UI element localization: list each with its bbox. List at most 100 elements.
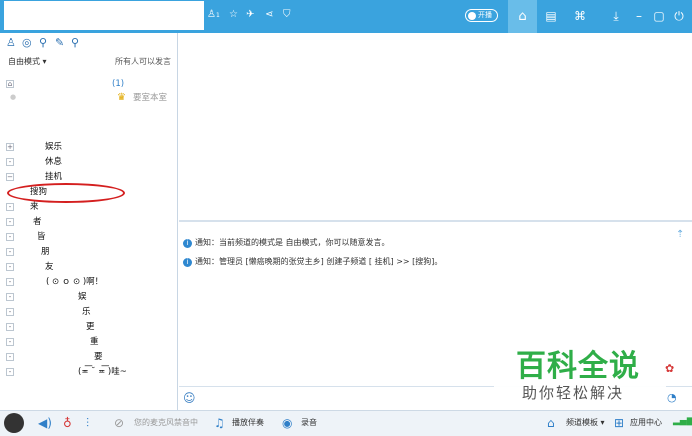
edit-icon[interactable]: ✎	[55, 36, 64, 49]
highlight-ellipse	[7, 183, 125, 203]
tree-row[interactable]: + 娱乐	[0, 140, 178, 155]
mic-icon[interactable]: ♁	[63, 416, 72, 430]
tree-item-label: 乐	[82, 307, 91, 317]
expand-box[interactable]: -	[6, 278, 14, 286]
tree-item-label: 友	[45, 262, 54, 272]
tree-item-label: 者	[33, 217, 42, 227]
expand-box[interactable]: -	[6, 308, 14, 316]
expand-box[interactable]: -	[6, 353, 14, 361]
flower-icon[interactable]: ✿	[665, 362, 674, 375]
search-icon[interactable]: ⚲	[71, 36, 79, 49]
record-icon[interactable]: ◉	[282, 416, 292, 430]
expand-box[interactable]: -	[6, 203, 14, 211]
user-count-icon[interactable]: ♙1	[207, 8, 220, 23]
tree-item-label: 来	[30, 202, 39, 212]
expand-box[interactable]: −	[6, 173, 14, 181]
tree-row[interactable]: -来	[0, 200, 178, 215]
tree-row[interactable]: -友	[0, 260, 178, 275]
speaker-icon[interactable]: ◀)	[38, 416, 52, 430]
live-toggle[interactable]: 开播	[465, 9, 498, 22]
expand-box[interactable]: -	[6, 158, 14, 166]
channel-pane: ♙ ◎ ⚲ ✎ ⚲ 自由模式 ▾ 所有人可以发言 ⌂ (1) ● ♛ 要室本室 …	[0, 33, 178, 411]
status-dot-icon: ●	[10, 93, 17, 101]
watermark-subtitle: 助你轻松解决	[522, 384, 625, 402]
tree-row-root[interactable]: ⌂ (1)	[0, 77, 178, 92]
grid-icon[interactable]: ⊞	[614, 416, 624, 430]
tree-row[interactable]: - 休息	[0, 155, 178, 170]
tree-row[interactable]: -朋	[0, 245, 178, 260]
expand-box[interactable]: -	[6, 248, 14, 256]
gamepad-icon[interactable]: ⌘	[569, 0, 591, 33]
expand-box[interactable]: -	[6, 338, 14, 346]
live-toggle-label: 开播	[478, 11, 492, 19]
tree-item-label: 重	[90, 337, 99, 347]
tree-row-user[interactable]: ● ♛ 要室本室	[0, 91, 178, 106]
tree-row[interactable]: - (≖͞ ˘ ≖͞ )哇~	[0, 365, 178, 380]
template-icon[interactable]: ⌂	[547, 416, 555, 430]
emoji-icon[interactable]: ☺	[183, 391, 196, 405]
chat-display	[179, 33, 692, 220]
equalizer-icon[interactable]: ⫶	[86, 416, 89, 430]
tree-item-label: 娱乐	[45, 142, 63, 152]
expand-box[interactable]: -	[6, 293, 14, 301]
mode-label: 自由模式	[8, 57, 40, 66]
app-center-button[interactable]: 应用中心	[630, 416, 662, 430]
bottom-toolbar: ◀) ♁ ⫶ ⊘ 您的麦克风禁音中 ♫ 播放伴奏 ◉ 录音 ⌂ 频道模板 ▾ ⊞…	[0, 410, 692, 436]
info-icon: i	[183, 239, 192, 248]
tree-row[interactable]: -者	[0, 215, 178, 230]
music-icon[interactable]: ♫	[214, 416, 225, 430]
notice-text: 通知：当前频道的模式是 自由模式，你可以随意发言。	[195, 238, 390, 247]
signal-icon: ▂▄▆	[673, 416, 692, 426]
tree-row[interactable]: - ( ⊙ ｏ ⊙ )啊！	[0, 275, 178, 290]
location-icon[interactable]: ⚲	[39, 36, 47, 49]
home-icon[interactable]: ⌂	[508, 0, 537, 33]
tree-row[interactable]: -娱	[0, 290, 178, 305]
channel-count: (1)	[112, 79, 125, 89]
record-button[interactable]: 录音	[301, 416, 317, 430]
avatar[interactable]	[4, 413, 24, 433]
person-icon[interactable]: ♙	[6, 36, 16, 49]
share-icon[interactable]: ⋖	[265, 8, 273, 22]
mic-status: 您的麦克风禁音中	[134, 418, 198, 427]
expand-box[interactable]: +	[6, 143, 14, 151]
star-icon[interactable]: ☆	[229, 8, 238, 22]
watermark-title: 百科全说	[516, 349, 640, 384]
expand-box[interactable]: -	[6, 368, 14, 376]
expand-box[interactable]: ⌂	[6, 80, 14, 88]
tree-item-label: 皆	[37, 232, 46, 242]
window-list-icon[interactable]: ▤	[540, 0, 562, 33]
tree-item-label: 娱	[78, 292, 87, 302]
shield-icon[interactable]: ⛉	[283, 8, 291, 22]
tree-row[interactable]: -要	[0, 350, 178, 365]
accompany-button[interactable]: 播放伴奏	[232, 416, 264, 430]
chat-icon[interactable]: ◎	[22, 36, 32, 49]
expand-box[interactable]: -	[6, 263, 14, 271]
expand-box[interactable]: -	[6, 218, 14, 226]
tree-row[interactable]: -重	[0, 335, 178, 350]
user-name: 要室本室	[133, 93, 168, 103]
tree-row[interactable]: − 挂机	[0, 170, 178, 185]
expand-box[interactable]: -	[6, 233, 14, 241]
channel-search-input[interactable]	[4, 1, 204, 30]
title-bar: ♙1 ☆ ✈ ⋖ ⛉ 开播 ⌂ ▤ ⌘ ⤓ – ▢ ⏻	[0, 0, 692, 33]
mode-dropdown[interactable]: 自由模式 ▾	[8, 56, 47, 67]
minimize-icon[interactable]: –	[628, 0, 650, 33]
maximize-icon[interactable]: ▢	[648, 0, 670, 33]
plane-icon[interactable]: ✈	[246, 8, 254, 22]
scroll-up-icon[interactable]: ⇡	[676, 229, 684, 240]
tree-item-label: 要	[94, 352, 103, 362]
tree-item-label: ( ⊙ ｏ ⊙ )啊！	[46, 277, 104, 287]
download-icon[interactable]: ⤓	[605, 0, 627, 33]
notice-item: i 通知：管理员 [懒癌晚期的张觉主乡] 创建子频道 [ 挂机] >> [搜狗]。	[183, 256, 442, 267]
tree-row[interactable]: -乐	[0, 305, 178, 320]
tree-item-label: 休息	[45, 157, 63, 167]
power-icon[interactable]: ⏻	[668, 0, 690, 33]
help-icon[interactable]: ◔	[667, 391, 677, 404]
tree-row[interactable]: -皆	[0, 230, 178, 245]
tree-row[interactable]: -更	[0, 320, 178, 335]
user-count: 1	[215, 12, 220, 19]
mic-muted-icon[interactable]: ⊘	[114, 416, 124, 430]
notice-item: i 通知：当前频道的模式是 自由模式，你可以随意发言。	[183, 237, 390, 248]
channel-template-dropdown[interactable]: 频道模板 ▾	[566, 416, 605, 430]
expand-box[interactable]: -	[6, 323, 14, 331]
